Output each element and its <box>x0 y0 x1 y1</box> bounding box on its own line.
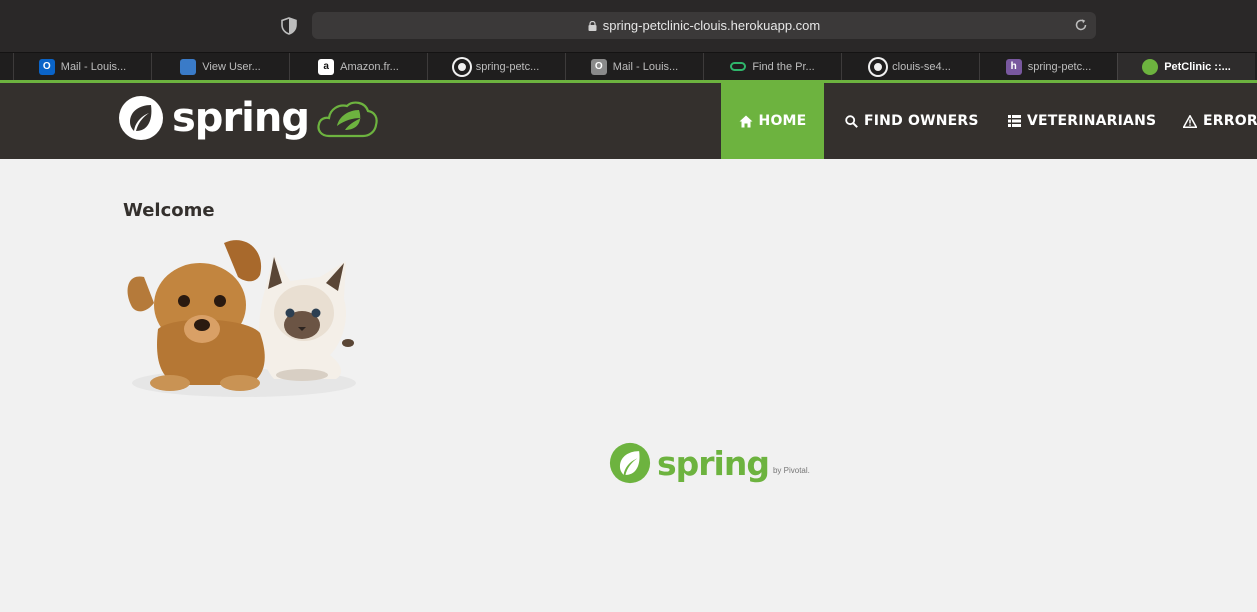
browser-tab-label: clouis-se4... <box>892 60 951 73</box>
nav-find-owners-label: FIND OWNERS <box>864 113 979 129</box>
browser-tab[interactable]: O Mail - Louis... <box>565 53 703 80</box>
browser-tab-label: Mail - Louis... <box>612 60 679 73</box>
nav-home-label: HOME <box>758 113 807 129</box>
page-title: Welcome <box>123 200 215 221</box>
spring-leaf-icon <box>609 442 651 484</box>
warning-icon <box>1183 114 1197 128</box>
pets-image <box>127 240 356 397</box>
nav-error-label: ERROR <box>1203 113 1257 129</box>
home-icon <box>739 115 753 127</box>
reload-icon[interactable] <box>1074 18 1088 32</box>
browser-tab-label: spring-petc... <box>1027 60 1092 73</box>
brand-name: spring <box>172 95 310 141</box>
browser-tab[interactable]: a Amazon.fr... <box>289 53 427 80</box>
browser-toolbar: spring-petclinic-clouis.herokuapp.com <box>0 0 1257 52</box>
lock-icon <box>588 21 597 31</box>
browser-tab[interactable]: spring-petc... <box>427 53 565 80</box>
tab-bar: O Mail - Louis... View User... a Amazon.fr..… <box>0 52 1257 80</box>
nav-find-owners[interactable]: FIND OWNERS <box>845 83 979 159</box>
list-icon <box>1008 115 1021 127</box>
spring-logo[interactable]: spring <box>118 93 379 143</box>
nav-veterinarians[interactable]: VETERINARIANS <box>1008 83 1156 159</box>
github-icon <box>453 58 470 75</box>
heroku-icon: h <box>1005 58 1022 75</box>
footer-by-pivotal: by Pivotal. <box>772 465 810 475</box>
browser-tab-label: View User... <box>202 60 261 73</box>
browser-tab[interactable]: View User... <box>151 53 289 80</box>
link-loop-icon <box>730 62 747 71</box>
spring-leaf-icon <box>119 96 163 140</box>
footer-spring-logo[interactable]: spring by Pivotal. <box>609 442 810 484</box>
browser-tab[interactable]: Find the Pr... <box>703 53 841 80</box>
nav-error[interactable]: ERROR <box>1183 83 1257 159</box>
search-icon <box>845 114 858 128</box>
nav-veterinarians-label: VETERINARIANS <box>1027 113 1157 129</box>
browser-tab[interactable]: h spring-petc... <box>979 53 1117 80</box>
github-icon <box>870 58 887 75</box>
shield-icon[interactable] <box>281 17 297 35</box>
outlook-icon: O <box>38 58 55 75</box>
shield-badge-icon <box>180 58 197 75</box>
main-navbar: spring HOME FIND OWNERS VETERINARIANS ER… <box>0 80 1257 159</box>
spring-leaf-icon <box>1142 58 1159 75</box>
mail-o-icon: O <box>590 58 607 75</box>
browser-tab[interactable]: O Mail - Louis... <box>13 53 151 80</box>
footer-brand-name: spring <box>657 443 770 483</box>
browser-tab-label: PetClinic ::... <box>1164 60 1231 73</box>
browser-tab-label: spring-petc... <box>475 60 540 73</box>
browser-tab[interactable]: PetClinic ::... <box>1117 53 1255 80</box>
browser-tab[interactable]: clouis-se4... <box>841 53 979 80</box>
nav-home[interactable]: HOME <box>721 83 824 159</box>
amazon-icon: a <box>318 58 335 75</box>
address-bar[interactable]: spring-petclinic-clouis.herokuapp.com <box>312 12 1096 39</box>
browser-tab-label: Find the Pr... <box>752 60 815 73</box>
url-text: spring-petclinic-clouis.herokuapp.com <box>602 18 821 33</box>
browser-tab-label: Amazon.fr... <box>340 60 399 73</box>
cloud-leaf-icon <box>317 101 378 138</box>
browser-tab-label: Mail - Louis... <box>60 60 127 73</box>
